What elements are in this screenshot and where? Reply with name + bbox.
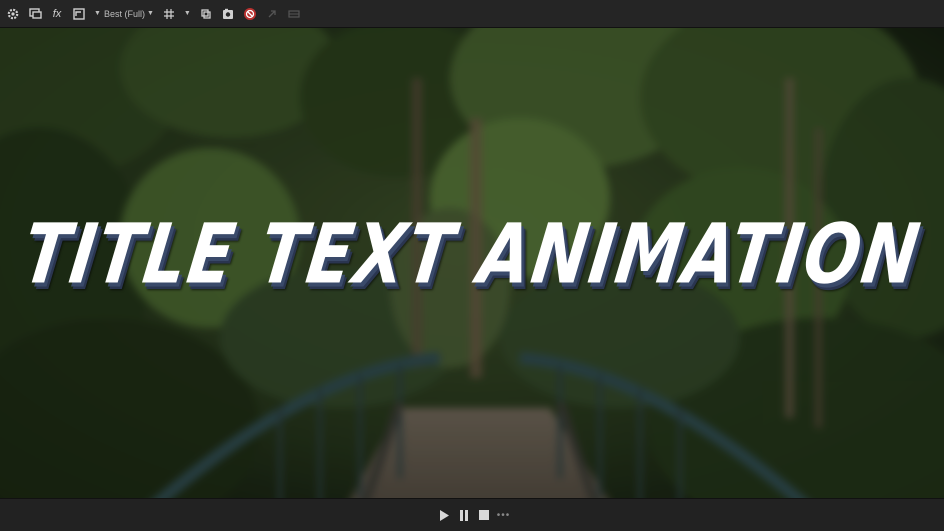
pause-icon[interactable] [456, 507, 472, 523]
grid-options-dropdown[interactable]: ▼ [182, 4, 191, 24]
overlay-icon[interactable] [70, 4, 88, 24]
loop-icon[interactable] [197, 4, 215, 24]
chevron-down-icon: ▼ [146, 10, 154, 17]
film-icon[interactable] [285, 4, 303, 24]
chevron-down-icon: ▼ [183, 10, 191, 17]
fx-label: fx [52, 7, 62, 20]
resolution-value: Best (Full) [103, 8, 145, 19]
title-text-layer[interactable]: TITLE TEXT ANIMATION [0, 206, 944, 302]
snapshot-icon[interactable] [219, 4, 237, 24]
stop-icon[interactable] [476, 507, 492, 523]
transport-controls: ••• [0, 498, 944, 531]
composition-viewer[interactable]: TITLE TEXT ANIMATION [0, 28, 944, 498]
stop-record-icon[interactable] [241, 4, 259, 24]
dropdown-caret-icon: ▼ [94, 10, 101, 17]
link-icon[interactable] [263, 4, 281, 24]
gear-icon[interactable] [4, 4, 22, 24]
monitor-icon[interactable] [26, 4, 44, 24]
viewer-toolbar: fx ▼ Best (Full) ▼ ▼ [0, 0, 944, 28]
viewer-window: fx ▼ Best (Full) ▼ ▼ TITLE TEXT ANIMATIO… [0, 0, 944, 531]
fx-icon[interactable]: fx [48, 4, 66, 24]
play-icon[interactable] [436, 507, 452, 523]
grid-icon[interactable] [160, 4, 178, 24]
resolution-dropdown[interactable]: ▼ Best (Full) ▼ [92, 4, 154, 24]
more-options-icon[interactable]: ••• [497, 510, 511, 521]
